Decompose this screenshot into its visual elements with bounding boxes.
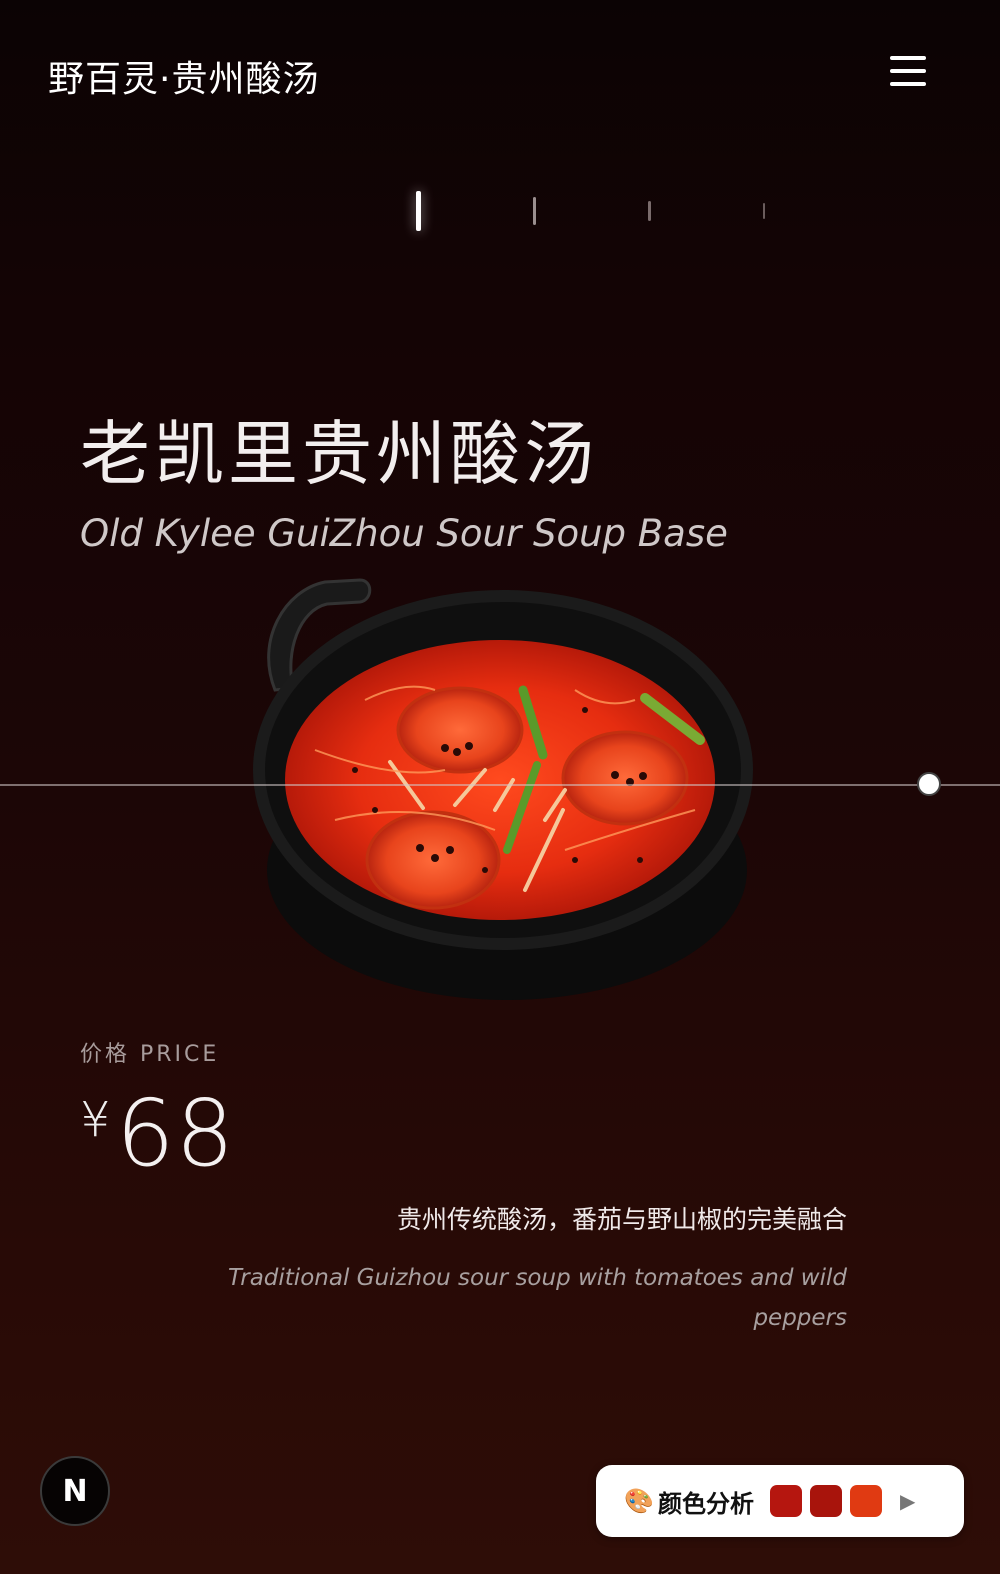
carousel-tick-3[interactable] [648, 201, 651, 221]
n-logo-button[interactable]: N [40, 1456, 110, 1526]
price-label: 价格 PRICE [80, 1042, 220, 1067]
palette-icon: 🎨 [624, 1487, 654, 1515]
dish-title-english: Old Kylee GuiZhou Sour Soup Base [80, 512, 728, 555]
play-icon[interactable]: ▶ [900, 1489, 915, 1513]
color-analysis-button[interactable]: 🎨 颜色分析 ▶ [596, 1465, 964, 1537]
description-english: Traditional Guizhou sour soup with tomat… [227, 1265, 847, 1331]
menu-bar [890, 82, 926, 86]
carousel-tick-1-active[interactable] [416, 191, 421, 231]
price-currency-symbol: ¥ [80, 1092, 111, 1148]
dish-title-chinese: 老凯里贵州酸汤 [80, 413, 598, 495]
sour-soup-pot-image [245, 570, 765, 1015]
slider-track[interactable] [0, 784, 1000, 786]
color-swatch-3[interactable] [850, 1485, 882, 1517]
menu-bar [890, 56, 926, 60]
brand-title[interactable]: 野百灵·贵州酸汤 [48, 50, 319, 102]
description-chinese: 贵州传统酸汤，番茄与野山椒的完美融合 [396, 1205, 847, 1234]
menu-bar [890, 69, 926, 73]
price-amount: 68 [116, 1080, 236, 1187]
color-analysis-label: 颜色分析 [658, 1489, 754, 1518]
carousel-tick-4[interactable] [763, 203, 765, 219]
color-swatch-1[interactable] [770, 1485, 802, 1517]
carousel-indicator [0, 185, 1000, 245]
color-swatch-2[interactable] [810, 1485, 842, 1517]
carousel-tick-2[interactable] [533, 197, 536, 225]
hamburger-menu-icon[interactable] [890, 56, 928, 88]
slider-handle[interactable] [917, 772, 941, 796]
